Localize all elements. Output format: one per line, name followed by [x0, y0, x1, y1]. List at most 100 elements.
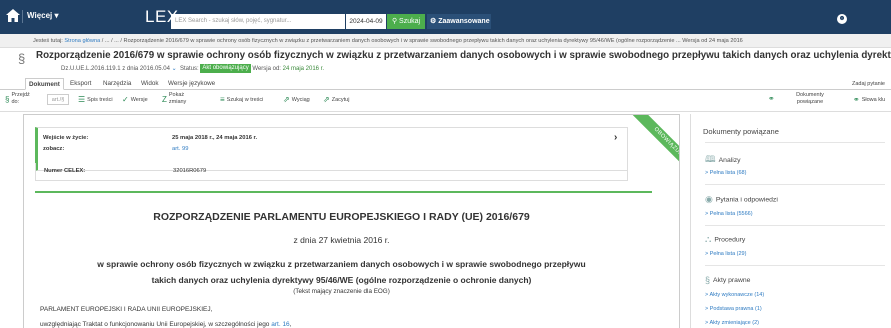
paragraph-icon: § — [18, 51, 26, 66]
status-label: Status: — [180, 66, 199, 73]
goto-control: § Przejdź do: — [5, 92, 37, 106]
celex-box: Numer CELEX: 32016R0679 — [35, 163, 628, 181]
act-subject-line2: takich danych oraz uchylenia dyrektywy 9… — [151, 275, 532, 285]
breadcrumb-trail[interactable]: / ... / ... / — [102, 38, 122, 44]
podstawa-prawna-label: Podstawa prawna (1) — [709, 306, 762, 312]
document-header: § Rozporządzenie 2016/679 w sprawie ochr… — [0, 48, 891, 78]
divider — [705, 265, 885, 266]
chevron-right-icon[interactable]: › — [614, 132, 617, 143]
act-date: z dnia 27 kwietnia 2016 r. — [293, 235, 390, 245]
link-icon: ⚭ — [853, 95, 860, 104]
akty-zmieniajace-label: Akty zmieniające (2) — [709, 320, 759, 326]
analizy-full-list-link[interactable]: > Pełna lista (68) — [705, 170, 746, 176]
effective-value: 25 maja 2018 r., 24 maja 2016 r. — [172, 135, 258, 141]
document-toolbar: § Przejdź do: art./§ ☰ Spis treści ✓ Wersje… — [0, 90, 891, 112]
book-icon: 🕮 — [705, 154, 716, 164]
section-akty-prawne[interactable]: § Akty prawne — [705, 275, 750, 285]
status-badge: Akt obowiązujący — [200, 64, 251, 73]
akty-zmieniajace-link[interactable]: > Akty zmieniające (2) — [705, 320, 759, 326]
breadcrumb-current: Rozporządzenie 2016/679 w sprawie ochron… — [123, 38, 743, 44]
version-date[interactable]: 24 maja 2016 r. — [283, 66, 324, 72]
procedury-link-label: Pełna lista (29) — [709, 251, 747, 257]
search-icon: ⚲ — [391, 18, 398, 25]
section-analizy-label: Analizy — [718, 156, 741, 164]
podstawa-prawna-link[interactable]: > Podstawa prawna (1) — [705, 306, 762, 312]
home-icon[interactable] — [6, 9, 20, 22]
keywords-label: Słowa klu — [861, 96, 886, 103]
top-navigation-bar: Więcej ▾ LEX LEX Search - szukaj słów, p… — [0, 0, 891, 34]
tab-dokument[interactable]: Dokument — [25, 78, 64, 90]
document-tabs: Dokument Eksport Narzędzia Widok Wersje … — [0, 78, 891, 90]
search-input[interactable]: LEX Search - szukaj słów, pojęć, sygnatu… — [171, 14, 345, 29]
document-content: Wejście w życie: 25 maja 2018 r., 24 maj… — [23, 114, 680, 328]
applies-label: zobacz: — [43, 146, 65, 152]
check-circle-icon: ✓ — [122, 95, 129, 104]
tab-eksport[interactable]: Eksport — [67, 78, 94, 90]
status-ribbon: OBOWIĄZUJĄCY — [629, 115, 679, 190]
document-title: Rozporządzenie 2016/679 w sprawie ochron… — [36, 50, 891, 61]
pytania-full-list-link[interactable]: > Pełna lista (5566) — [705, 211, 753, 217]
section-akty-label: Akty prawne — [713, 276, 751, 284]
toc-button[interactable]: ☰ Spis treści — [78, 96, 113, 104]
related-documents-panel: Dokumenty powiązane 🕮 Analizy > Pełna lis… — [690, 114, 891, 328]
procedury-full-list-link[interactable]: > Pełna lista (29) — [705, 251, 746, 257]
akty-wykonawcze-label: Akty wykonawcze (14) — [709, 292, 765, 298]
article-99-link[interactable]: art. 99 — [172, 146, 188, 152]
excerpt-button[interactable]: ⇗ Wyciąg — [283, 96, 310, 104]
qa-icon: ◉ — [705, 194, 713, 204]
link-icon: ⚭ — [768, 94, 775, 103]
toc-label: Spis treści — [87, 96, 113, 103]
akty-wykonawcze-link[interactable]: > Akty wykonawcze (14) — [705, 292, 764, 298]
procedure-icon: ⛬ — [705, 234, 712, 244]
divider — [705, 225, 885, 226]
sidebar-title: Dokumenty powiązane — [703, 127, 779, 136]
section-pytania-label: Pytania i odpowiedzi — [715, 196, 778, 204]
more-menu-label: Więcej — [27, 11, 53, 20]
chevron-down-icon: ▾ — [54, 11, 59, 20]
versions-button[interactable]: ✓ Wersje — [122, 96, 148, 104]
advanced-search-button[interactable]: ⚙ Zaawansowane — [427, 14, 491, 29]
bookmark-button[interactable]: ⇗ Zacytuj — [323, 96, 349, 104]
chevron-down-icon[interactable]: ⌄ — [172, 66, 177, 72]
changes-icon: Z — [162, 94, 167, 104]
act-subject-line1: w sprawie ochrony osób fizycznych w zwią… — [97, 259, 586, 269]
version-label: Wersja od: — [252, 66, 281, 73]
celex-value: 32016R0679 — [173, 168, 207, 174]
analizy-link-label: Pełna lista (68) — [709, 170, 747, 176]
article-16-link[interactable]: art. 16 — [271, 321, 289, 328]
paragraph-parliament: PARLAMENT EUROPEJSKI I RADA UNII EUROPEJ… — [40, 306, 213, 313]
lex-app: { "topbar": { "menu_label": "Więcej", "b… — [0, 0, 891, 328]
tab-wersje-jezykowe[interactable]: Wersje językowe — [165, 78, 218, 90]
breadcrumb-home-link[interactable]: Strona główna — [64, 38, 100, 44]
document-meta: Dz.U.UE.L.2016.119.1 z dnia 2016.05.04 ⌄… — [61, 64, 324, 73]
document-source[interactable]: Dz.U.UE.L.2016.119.1 z dnia 2016.05.04 — [61, 66, 170, 72]
tab-widok[interactable]: Widok — [138, 78, 162, 90]
article-input[interactable]: art./§ — [47, 94, 69, 105]
divider — [22, 10, 23, 23]
pytania-link-label: Pełna lista (5566) — [709, 211, 753, 217]
paragraph-icon: § — [5, 94, 10, 104]
eea-note: (Tekst mający znaczenie dla EOG) — [293, 288, 390, 295]
cite-icon: ⇗ — [323, 95, 330, 104]
date-field[interactable]: 2024-04-09 — [346, 14, 386, 29]
related-docs-label: Dokumenty powiązane — [796, 92, 824, 105]
more-menu-button[interactable]: Więcej ▾ — [27, 11, 59, 20]
related-docs-button[interactable]: ⚭ Dokumenty powiązane — [768, 92, 830, 106]
keywords-button[interactable]: ⚭ Słowa klu — [853, 96, 885, 104]
section-procedury[interactable]: ⛬ Procedury — [705, 234, 745, 245]
tab-narzedzia[interactable]: Narzędzia — [100, 78, 134, 90]
section-analizy[interactable]: 🕮 Analizy — [705, 152, 741, 168]
excerpt-label: Wyciąg — [291, 96, 310, 103]
show-changes-button[interactable]: Z Pokaż zmiany — [162, 92, 195, 106]
search-button[interactable]: ⚲ Szukaj — [387, 14, 425, 29]
section-pytania[interactable]: ◉ Pytania i odpowiedzi — [705, 194, 778, 205]
act-heading: ROZPORZĄDZENIE PARLAMENTU EUROPEJSKIEGO … — [153, 211, 530, 223]
search-in-text-button[interactable]: ≡ Szukaj w treści — [220, 96, 263, 104]
search-in-label: Szukaj w treści — [226, 96, 264, 103]
search-text-icon: ≡ — [220, 95, 225, 104]
ask-question-link[interactable]: Zadaj pytanie — [852, 78, 885, 90]
user-icon[interactable]: ☻ — [837, 14, 847, 24]
applies-link[interactable]: art. 99 — [172, 146, 188, 152]
divider — [705, 184, 885, 185]
goto-label: Przejdź do: — [11, 92, 30, 105]
